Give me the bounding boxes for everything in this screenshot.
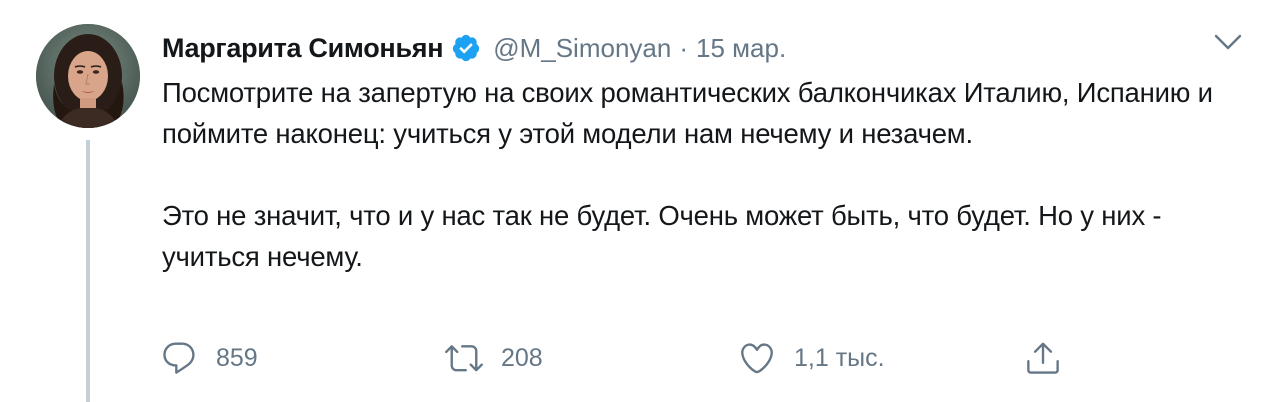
tweet-paragraph: Это не значит, что и у нас так не будет.… (162, 200, 1162, 272)
share-upload-icon (1027, 342, 1059, 374)
chevron-down-icon[interactable] (1212, 30, 1244, 54)
tweet-date[interactable]: 15 мар. (696, 33, 786, 64)
reply-bubble-icon (163, 342, 195, 374)
like-button[interactable]: 1,1 тыс. (738, 336, 885, 380)
avatar-image (36, 24, 140, 128)
tweet-actions: 859 208 1,1 тыс. (0, 336, 1280, 380)
header-separator: · (679, 32, 689, 63)
author-name[interactable]: Маргарита Симоньян (162, 33, 444, 64)
share-button[interactable] (1024, 336, 1062, 380)
like-count: 1,1 тыс. (794, 343, 885, 372)
reply-count: 859 (216, 343, 258, 372)
author-handle[interactable]: @M_Simonyan (493, 33, 671, 64)
heart-icon (741, 343, 773, 374)
tweet-text: Посмотрите на запертую на своих романтич… (162, 72, 1222, 277)
tweet-card: Маргарита Симоньян @M_Simonyan · 15 мар.… (0, 0, 1280, 402)
reply-button[interactable]: 859 (160, 336, 258, 380)
verified-badge-icon (451, 33, 481, 63)
retweet-button[interactable]: 208 (445, 336, 543, 380)
tweet-paragraph: Посмотрите на запертую на своих романтич… (162, 77, 1213, 149)
retweet-count: 208 (501, 343, 543, 372)
tweet-header: Маргарита Симоньян @M_Simonyan · 15 мар. (162, 28, 786, 68)
avatar[interactable] (36, 24, 140, 128)
retweet-icon (445, 345, 483, 372)
